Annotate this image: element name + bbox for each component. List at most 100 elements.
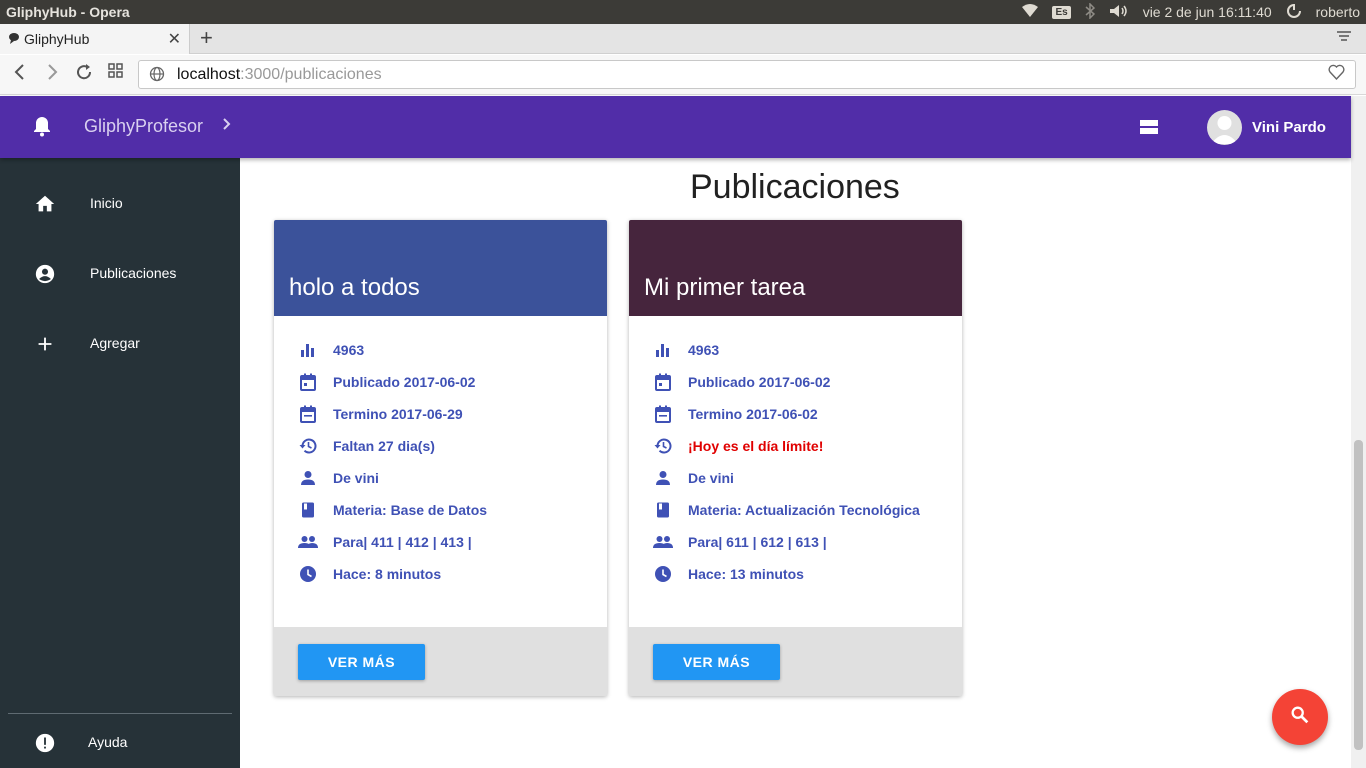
address-bar[interactable]: localhost:3000/publicaciones [138,60,1356,89]
card-row-author: De vini [298,467,379,489]
user-name-label[interactable]: Vini Pardo [1252,119,1326,136]
close-tab-icon[interactable]: ✕ [168,29,181,49]
app-brand[interactable]: GliphyProfesor [84,116,203,137]
tab-title: GliphyHub [24,31,90,47]
ver-mas-button[interactable]: VER MÁS [298,644,425,680]
back-button[interactable] [12,63,28,86]
keyboard-layout-indicator[interactable]: Es [1052,5,1071,19]
views-count: 4963 [333,342,365,358]
card-row-ends: Termino 2017-06-29 [298,403,463,425]
session-icon[interactable] [1286,3,1302,22]
card-title: holo a todos [289,274,420,301]
browser-toolbar: localhost:3000/publicaciones [0,55,1366,95]
volume-icon[interactable] [1109,4,1129,21]
author: De vini [688,470,734,486]
card-row-groups: Para| 611 | 612 | 613 | [653,531,827,553]
search-icon [1289,704,1311,731]
card-row-ago: Hace: 13 minutos [653,563,804,585]
page-title: Publicaciones [690,168,900,206]
views-count: 4963 [688,342,720,358]
calendar-icon [298,372,318,392]
os-top-bar: GliphyHub - Opera Es vie 2 de jun 16:11:… [0,0,1366,24]
view-stream-icon[interactable] [1140,120,1158,139]
home-icon [34,193,56,215]
bar-chart-icon [298,340,318,360]
card-row-author: De vini [653,467,734,489]
scrollbar-thumb[interactable] [1354,440,1363,750]
sidebar-item-label: Publicaciones [90,265,177,281]
card-title: Mi primer tarea [644,274,806,301]
new-tab-button[interactable]: + [200,25,213,51]
time-ago: Hace: 13 minutos [688,566,804,582]
browser-tab[interactable]: GliphyHub ✕ [0,24,190,54]
url-host: localhost [177,65,241,83]
card-row-ends: Termino 2017-06-02 [653,403,818,425]
sidebar-item-label: Inicio [90,195,123,211]
browser-tab-strip: GliphyHub ✕ + [0,24,1366,54]
history-icon [653,436,673,456]
clock-icon [298,564,318,584]
avatar[interactable] [1207,110,1242,145]
card-row-published: Publicado 2017-06-02 [298,371,475,393]
bell-icon[interactable] [32,115,52,142]
remaining-days: Faltan 27 dia(s) [333,438,435,454]
card-row-ago: Hace: 8 minutos [298,563,441,585]
card-footer: VER MÁS [629,627,962,696]
book-icon [653,500,673,520]
speed-dial-button[interactable] [108,63,124,84]
search-fab-button[interactable] [1272,689,1328,745]
published-date: Publicado 2017-06-02 [688,374,831,390]
card-header: Mi primer tarea [629,220,962,316]
subject: Materia: Base de Datos [333,502,488,518]
account-circle-icon [34,263,56,285]
sidebar-divider [8,713,232,714]
bookmark-heart-icon[interactable] [1328,64,1345,85]
calendar-icon [298,404,318,424]
main-content: Publicaciones holo a todos 4963 Publicad… [240,158,1351,768]
app-bar: GliphyProfesor Vini Pardo [0,96,1351,158]
end-date: Termino 2017-06-29 [333,406,463,422]
bar-chart-icon [653,340,673,360]
calendar-icon [653,372,673,392]
card-row-subject: Materia: Actualización Tecnológica [653,499,920,521]
publication-card: Mi primer tarea 4963 Publicado 2017-06-0… [629,220,962,696]
groups: Para| 611 | 612 | 613 | [688,534,827,550]
tab-menu-icon[interactable] [1336,27,1352,48]
url-path: :3000/publicaciones [240,65,382,83]
people-icon [298,532,318,552]
groups: Para| 411 | 412 | 413 | [333,534,472,550]
sidebar-item-publicaciones[interactable]: Publicaciones [0,254,240,294]
ver-mas-button[interactable]: VER MÁS [653,644,780,680]
book-icon [298,500,318,520]
card-row-subject: Materia: Base de Datos [298,499,487,521]
wifi-icon[interactable] [1022,3,1039,21]
page-scrollbar[interactable] [1351,96,1366,768]
globe-icon [149,66,165,86]
calendar-icon [653,404,673,424]
sidebar-item-inicio[interactable]: Inicio [0,184,240,224]
forward-button[interactable] [44,63,60,86]
card-header: holo a todos [274,220,607,316]
card-row-views: 4963 [653,339,719,361]
favicon-icon [8,31,20,47]
window-title: GliphyHub - Opera [6,4,130,20]
card-row-groups: Para| 411 | 412 | 413 | [298,531,472,553]
chevron-right-icon[interactable] [221,114,233,140]
history-icon [298,436,318,456]
people-icon [653,532,673,552]
card-row-remaining: ¡Hoy es el día límite! [653,435,823,457]
alert-circle-icon [34,732,56,754]
reload-button[interactable] [75,63,93,86]
deadline-warning: ¡Hoy es el día límite! [688,438,824,454]
plus-icon [34,333,56,355]
sidebar: Inicio Publicaciones Agregar Ayuda [0,158,240,768]
bluetooth-icon[interactable] [1085,1,1095,22]
card-row-views: 4963 [298,339,364,361]
sidebar-item-ayuda[interactable]: Ayuda [0,723,240,763]
clock[interactable]: vie 2 de jun 16:11:40 [1143,4,1272,20]
sidebar-item-label: Ayuda [88,734,128,750]
user-name[interactable]: roberto [1316,4,1360,20]
author: De vini [333,470,379,486]
sidebar-item-agregar[interactable]: Agregar [0,324,240,364]
publication-card: holo a todos 4963 Publicado 2017-06-02 T… [274,220,607,696]
